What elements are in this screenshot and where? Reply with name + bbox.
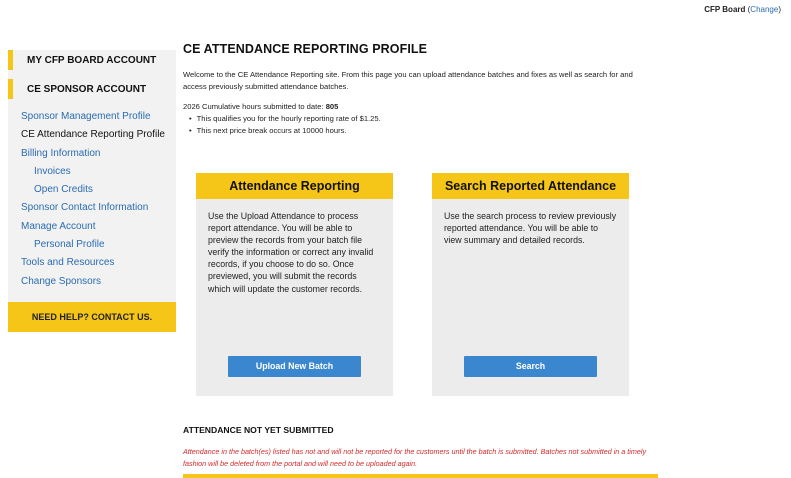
search-attendance-card: Search Reported Attendance Use the searc… — [432, 173, 629, 396]
sidebar-header-sponsor-account[interactable]: CE SPONSOR ACCOUNT — [8, 79, 176, 99]
sidebar-item-tools-and-resources[interactable]: Tools and Resources — [8, 254, 176, 272]
not-submitted-warning: Attendance in the batch(es) listed has n… — [183, 447, 647, 468]
intro-text: Welcome to the CE Attendance Reporting s… — [183, 70, 633, 91]
not-submitted-title: ATTENDANCE NOT YET SUBMITTED — [183, 425, 334, 435]
sidebar-item-billing-information[interactable]: Billing Information — [8, 145, 176, 163]
page-title: CE ATTENDANCE REPORTING PROFILE — [183, 42, 428, 56]
attendance-reporting-card-body: Use the Upload Attendance to process rep… — [208, 211, 374, 294]
help-contact-button[interactable]: NEED HELP? CONTACT US. — [8, 301, 176, 332]
change-link[interactable]: Change — [750, 5, 778, 14]
sidebar-item-manage-account[interactable]: Manage Account — [8, 218, 176, 236]
attendance-reporting-card-title: Attendance Reporting — [196, 173, 393, 199]
rate-info-item: This qualifies you for the hourly report… — [189, 113, 663, 125]
sidebar-item-open-credits[interactable]: Open Credits — [8, 181, 176, 199]
upload-new-batch-button[interactable]: Upload New Batch — [228, 356, 361, 377]
search-button[interactable]: Search — [464, 356, 597, 377]
sidebar-item-change-sponsors[interactable]: Change Sponsors — [8, 273, 176, 291]
search-attendance-card-title: Search Reported Attendance — [432, 173, 629, 199]
search-attendance-card-body: Use the search process to review previou… — [444, 211, 617, 246]
sidebar-nav: MY CFP BOARD ACCOUNT CE SPONSOR ACCOUNT … — [8, 50, 176, 332]
sidebar-item-sponsor-contact-information[interactable]: Sponsor Contact Information — [8, 199, 176, 217]
change-close-paren: ) — [778, 5, 781, 14]
sidebar-item-personal-profile[interactable]: Personal Profile — [8, 236, 176, 254]
batch-table-header-strip — [183, 474, 658, 478]
account-switcher: CFP Board (Change) — [704, 5, 781, 14]
sidebar-header-my-account[interactable]: MY CFP BOARD ACCOUNT — [8, 50, 176, 70]
sidebar-item-sponsor-management-profile[interactable]: Sponsor Management Profile — [8, 108, 176, 126]
main-content: CE ATTENDANCE REPORTING PROFILE Welcome … — [183, 42, 663, 396]
sidebar-item-invoices[interactable]: Invoices — [8, 163, 176, 181]
sidebar-item-ce-attendance-reporting-profile[interactable]: CE Attendance Reporting Profile — [8, 126, 176, 144]
org-name: CFP Board — [704, 5, 746, 14]
cumulative-hours-value: 805 — [325, 102, 339, 111]
sidebar-list: Sponsor Management Profile CE Attendance… — [8, 99, 176, 297]
rate-info-list: This qualifies you for the hourly report… — [183, 113, 663, 136]
cumulative-hours-label: 2026 Cumulative hours submitted to date: — [183, 102, 326, 111]
rate-info-item: This next price break occurs at 10000 ho… — [189, 125, 663, 137]
cumulative-hours: 2026 Cumulative hours submitted to date:… — [183, 102, 663, 111]
attendance-reporting-card: Attendance Reporting Use the Upload Atte… — [196, 173, 393, 396]
